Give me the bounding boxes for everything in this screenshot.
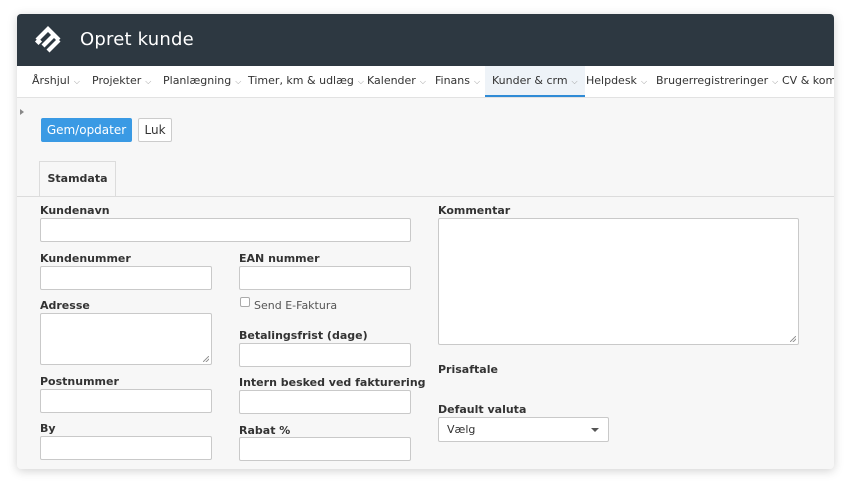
title-bar: Opret kunde	[17, 14, 834, 66]
chevron-down-icon: ⌵	[145, 77, 152, 86]
menu-item-arshjul[interactable]: Årshjul ⌵	[32, 66, 80, 97]
resize-handle-icon[interactable]	[790, 336, 796, 342]
rabat-label: Rabat %	[239, 424, 291, 437]
betalingsfrist-input[interactable]	[239, 343, 411, 367]
app-window: Opret kunde Årshjul ⌵ Projekter ⌵ Planlægn…	[17, 14, 834, 469]
by-input[interactable]	[40, 436, 212, 460]
close-button[interactable]: Luk	[138, 118, 172, 142]
expand-arrow-icon[interactable]	[20, 109, 24, 115]
menu-item-kalender[interactable]: Kalender ⌵	[367, 66, 426, 97]
betalingsfrist-label: Betalingsfrist (dage)	[239, 329, 368, 342]
tab-divider	[17, 196, 834, 197]
kundenavn-input[interactable]	[40, 218, 411, 242]
by-label: By	[40, 422, 56, 435]
kundenavn-label: Kundenavn	[40, 204, 110, 217]
menu-item-timer[interactable]: Timer, km & udlæg ⌵	[248, 66, 364, 97]
resize-handle-icon[interactable]	[203, 356, 209, 362]
main-menu: Årshjul ⌵ Projekter ⌵ Planlægning ⌵ Timer, …	[17, 66, 834, 98]
chevron-down-icon: ⌵	[474, 77, 481, 86]
kommentar-label: Kommentar	[438, 204, 511, 217]
ean-input[interactable]	[239, 266, 411, 290]
default-valuta-label: Default valuta	[438, 403, 527, 416]
caret-down-icon	[591, 428, 599, 432]
ean-label: EAN nummer	[239, 252, 320, 265]
rabat-input[interactable]	[239, 437, 411, 461]
chevron-down-icon: ⌵	[73, 77, 80, 86]
adresse-label: Adresse	[40, 299, 90, 312]
menu-item-planlaegning[interactable]: Planlægning ⌵	[163, 66, 241, 97]
app-logo-icon	[34, 26, 61, 53]
chevron-down-icon: ⌵	[571, 77, 578, 86]
chevron-down-icon: ⌵	[772, 77, 779, 86]
chevron-down-icon: ⌵	[640, 77, 648, 86]
chevron-down-icon: ⌵	[357, 77, 364, 86]
default-valuta-value: Vælg	[447, 423, 476, 436]
window-title: Opret kunde	[80, 29, 194, 50]
chevron-down-icon: ⌵	[419, 77, 426, 86]
kundenummer-input[interactable]	[40, 266, 212, 290]
postnummer-input[interactable]	[40, 389, 212, 413]
menu-item-helpdesk[interactable]: Helpdesk ⌵	[586, 66, 647, 97]
send-efaktura-label: Send E-Faktura	[254, 299, 338, 312]
menu-item-projekter[interactable]: Projekter ⌵	[92, 66, 151, 97]
adresse-textarea[interactable]	[40, 313, 212, 365]
menu-item-finans[interactable]: Finans ⌵	[435, 66, 480, 97]
prisaftale-label: Prisaftale	[438, 363, 498, 376]
kommentar-textarea[interactable]	[438, 218, 799, 345]
kundenummer-label: Kundenummer	[40, 252, 131, 265]
chevron-down-icon: ⌵	[235, 77, 242, 86]
menu-item-brugerregistreringer[interactable]: Brugerregistreringer ⌵	[656, 66, 778, 97]
save-button[interactable]: Gem/opdater	[41, 118, 132, 142]
send-efaktura-checkbox[interactable]	[240, 297, 250, 307]
tab-stamdata[interactable]: Stamdata	[39, 161, 116, 197]
menu-item-cv-komp[interactable]: CV & komp	[782, 66, 834, 97]
intern-besked-label: Intern besked ved fakturering	[239, 376, 426, 389]
menu-item-kunder-crm[interactable]: Kunder & crm ⌵	[485, 66, 585, 97]
default-valuta-select[interactable]: Vælg	[438, 417, 609, 442]
postnummer-label: Postnummer	[40, 375, 119, 388]
intern-besked-input[interactable]	[239, 390, 411, 414]
